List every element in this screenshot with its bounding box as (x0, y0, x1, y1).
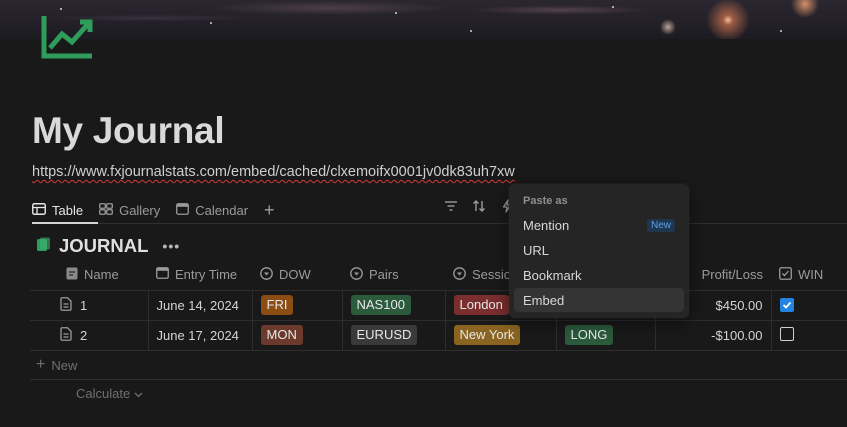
sort-icon[interactable] (471, 198, 487, 214)
cell-entry-time[interactable]: June 17, 2024 (147, 319, 252, 351)
session-tag: New York (453, 325, 521, 345)
pair-tag: EURUSD (350, 325, 418, 345)
tab-table[interactable]: Table (32, 199, 83, 221)
plus-icon: + (264, 200, 275, 220)
filter-icon[interactable] (443, 198, 459, 214)
select-icon (453, 266, 466, 283)
pasted-url[interactable]: https://www.fxjournalstats.com/embed/cac… (32, 164, 515, 180)
cell-name[interactable]: 2 (30, 319, 148, 351)
database-icon (36, 235, 51, 257)
new-row-divider (30, 379, 847, 380)
select-icon (350, 266, 363, 283)
chevron-down-icon (134, 386, 143, 401)
tab-label: Calendar (195, 202, 249, 218)
table-row[interactable]: 1 June 14, 2024 FRI NAS100 London $450.0… (30, 289, 847, 320)
tab-calendar[interactable]: Calendar (176, 199, 248, 221)
cell-pairs[interactable]: EURUSD (341, 319, 445, 351)
direction-tag: LONG (564, 325, 614, 345)
tab-label: Table (52, 202, 84, 218)
page-cover[interactable] (0, 0, 847, 39)
pair-tag: NAS100 (350, 295, 411, 315)
plus-icon: + (36, 356, 46, 373)
cell-profit-loss[interactable]: -$100.00 (654, 319, 771, 351)
calculate-button[interactable]: Calculate (76, 386, 143, 401)
win-checkbox[interactable] (779, 326, 794, 341)
calendar-icon (156, 267, 169, 282)
add-view-button[interactable]: + (264, 199, 275, 221)
doc-icon (60, 296, 72, 314)
win-checkbox[interactable] (779, 297, 794, 312)
dow-tag: FRI (260, 295, 294, 315)
doc-icon (66, 267, 78, 283)
dow-tag: MON (260, 325, 303, 345)
doc-icon (60, 326, 72, 344)
menu-item-url[interactable]: URL (514, 238, 684, 262)
cell-win[interactable] (770, 289, 847, 320)
calendar-icon (176, 202, 190, 218)
cell-name[interactable]: 1 (30, 289, 148, 320)
active-tab-indicator (32, 222, 98, 224)
view-toolbar (443, 198, 515, 214)
cell-pairs[interactable]: NAS100 (341, 289, 445, 320)
select-icon (260, 266, 273, 283)
paste-as-menu: Paste as Mention New URL Bookmark Embed (509, 184, 689, 318)
new-row-button[interactable]: + New (36, 357, 77, 373)
database-title[interactable]: JOURNAL (59, 235, 148, 257)
cell-direction[interactable]: LONG (555, 319, 655, 351)
cell-session[interactable]: New York (444, 319, 556, 351)
menu-header: Paste as (523, 195, 568, 207)
cell-win[interactable] (770, 319, 847, 351)
new-badge: New (646, 218, 675, 232)
table-icon (32, 202, 46, 218)
journal-table: Name Entry Time DOW Pairs Sessio Profit/… (30, 260, 847, 351)
column-header-entry-time[interactable]: Entry Time (148, 260, 252, 290)
column-header-pairs[interactable]: Pairs (342, 260, 445, 290)
column-header-win[interactable]: WIN (771, 260, 847, 290)
column-header-name[interactable]: Name (30, 260, 148, 290)
header-row: Name Entry Time DOW Pairs Sessio Profit/… (30, 260, 847, 290)
menu-item-embed[interactable]: Embed (514, 288, 684, 312)
menu-item-mention[interactable]: Mention New (514, 213, 684, 237)
gallery-icon (99, 202, 113, 218)
session-tag: London (453, 295, 509, 315)
more-options-icon[interactable]: ••• (162, 238, 180, 254)
cell-dow[interactable]: FRI (251, 289, 342, 320)
tab-label: Gallery (119, 202, 161, 218)
tab-gallery[interactable]: Gallery (99, 199, 160, 221)
cell-dow[interactable]: MON (251, 319, 342, 351)
database-title-row: JOURNAL ••• (36, 235, 180, 257)
checkbox-icon (779, 266, 792, 283)
column-header-dow[interactable]: DOW (252, 260, 342, 290)
trend-chart-icon[interactable] (40, 12, 96, 60)
page-title[interactable]: My Journal (32, 110, 225, 152)
table-row[interactable]: 2 June 17, 2024 MON EURUSD New York LONG… (30, 319, 847, 351)
view-tabs: Table Gallery Calendar + (32, 196, 275, 224)
menu-item-bookmark[interactable]: Bookmark (514, 263, 684, 287)
tabs-divider (32, 223, 847, 224)
cell-entry-time[interactable]: June 14, 2024 (147, 289, 252, 320)
